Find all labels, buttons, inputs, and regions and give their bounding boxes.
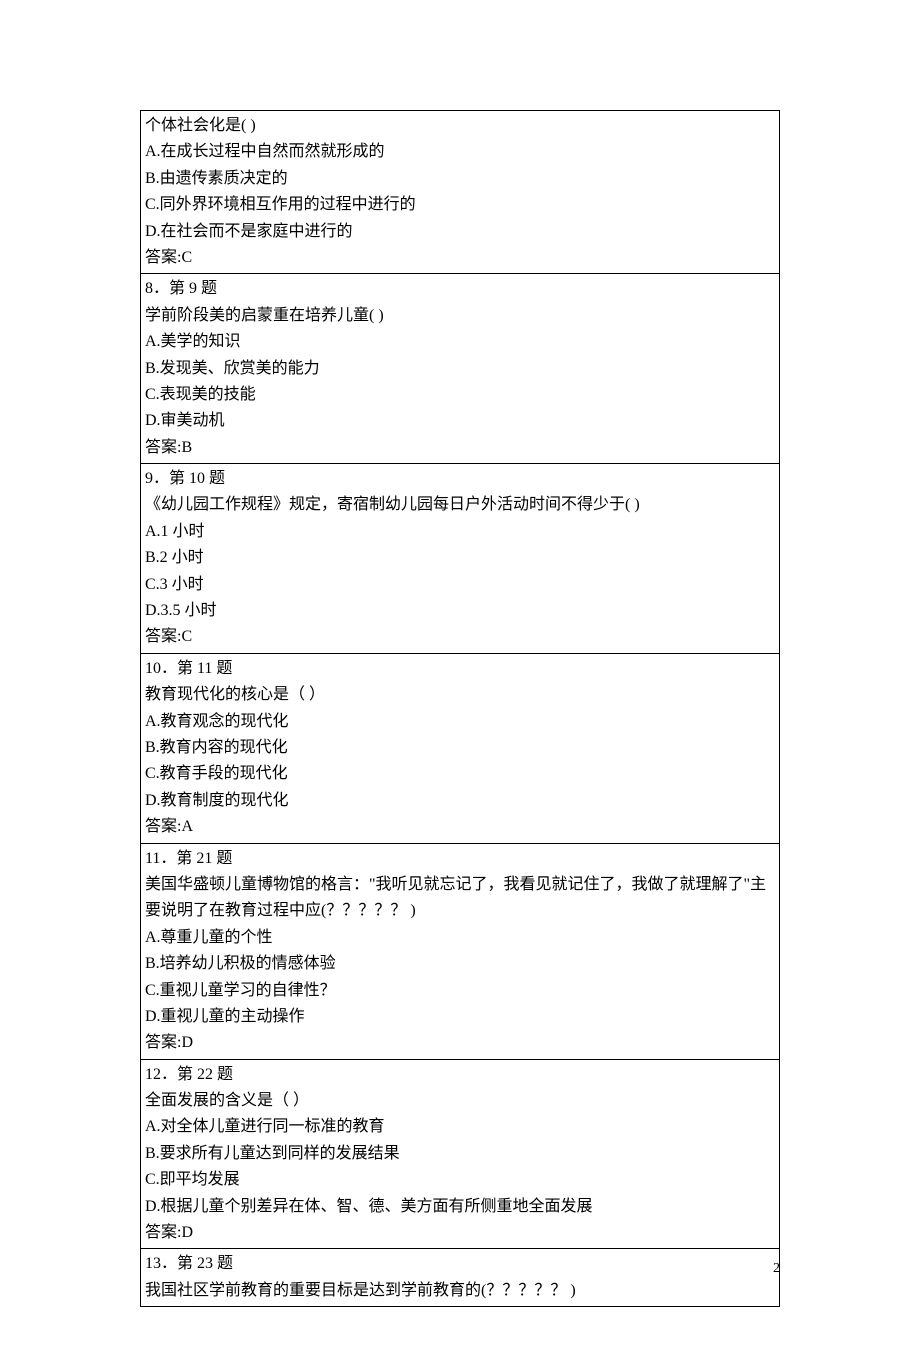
text-line: 教育现代化的核心是（ ） [145,682,775,708]
text-line: A.在成长过程中自然而然就形成的 [145,139,775,165]
text-line: A.尊重儿童的个性 [145,925,775,951]
cell: 个体社会化是( ) A.在成长过程中自然而然就形成的 B.由遗传素质决定的 C.… [141,111,780,274]
text-line: D.在社会而不是家庭中进行的 [145,219,775,245]
cell: 9．第 10 题 《幼儿园工作规程》规定，寄宿制幼儿园每日户外活动时间不得少于(… [141,464,780,654]
document-table: 个体社会化是( ) A.在成长过程中自然而然就形成的 B.由遗传素质决定的 C.… [140,110,780,1307]
text-line: 答案:C [145,245,775,271]
table-row: 8．第 9 题 学前阶段美的启蒙重在培养儿童( ) A.美学的知识 B.发现美、… [141,274,780,464]
text-line: C.即平均发展 [145,1167,775,1193]
text-line: C.同外界环境相互作用的过程中进行的 [145,192,775,218]
text-line: 美国华盛顿儿童博物馆的格言："我听见就忘记了，我看见就记住了，我做了就理解了"主… [145,872,775,925]
table-row: 12．第 22 题 全面发展的含义是（ ） A.对全体儿童进行同一标准的教育 B… [141,1059,780,1249]
text-line: A.教育观念的现代化 [145,709,775,735]
text-line: B.由遗传素质决定的 [145,166,775,192]
text-line: 答案:B [145,435,775,461]
cell: 8．第 9 题 学前阶段美的启蒙重在培养儿童( ) A.美学的知识 B.发现美、… [141,274,780,464]
text-line: D.教育制度的现代化 [145,788,775,814]
text-line: A.对全体儿童进行同一标准的教育 [145,1114,775,1140]
text-line: B.培养幼儿积极的情感体验 [145,951,775,977]
text-line: 全面发展的含义是（ ） [145,1088,775,1114]
text-line: 8．第 9 题 [145,276,775,302]
cell: 11．第 21 题 美国华盛顿儿童博物馆的格言："我听见就忘记了，我看见就记住了… [141,843,780,1059]
table-row: 13．第 23 题 我国社区学前教育的重要目标是达到学前教育的(？？？？？ ) [141,1249,780,1307]
text-line: D.审美动机 [145,408,775,434]
text-line: 10．第 11 题 [145,656,775,682]
text-line: 《幼儿园工作规程》规定，寄宿制幼儿园每日户外活动时间不得少于( ) [145,492,775,518]
text-line: A.美学的知识 [145,329,775,355]
text-line: 9．第 10 题 [145,466,775,492]
cell: 13．第 23 题 我国社区学前教育的重要目标是达到学前教育的(？？？？？ ) [141,1249,780,1307]
text-line: 12．第 22 题 [145,1062,775,1088]
text-line: C.教育手段的现代化 [145,761,775,787]
table-row: 9．第 10 题 《幼儿园工作规程》规定，寄宿制幼儿园每日户外活动时间不得少于(… [141,464,780,654]
table-body: 个体社会化是( ) A.在成长过程中自然而然就形成的 B.由遗传素质决定的 C.… [141,111,780,1307]
table-row: 个体社会化是( ) A.在成长过程中自然而然就形成的 B.由遗传素质决定的 C.… [141,111,780,274]
text-line: 答案:A [145,814,775,840]
text-line: 答案:C [145,624,775,650]
text-line: 13．第 23 题 [145,1251,775,1277]
text-line: B.发现美、欣赏美的能力 [145,356,775,382]
text-line: B.教育内容的现代化 [145,735,775,761]
text-line: C.表现美的技能 [145,382,775,408]
text-line: D.3.5 小时 [145,598,775,624]
text-line: 个体社会化是( ) [145,113,775,139]
text-line: 答案:D [145,1030,775,1056]
text-line: C.3 小时 [145,572,775,598]
cell: 12．第 22 题 全面发展的含义是（ ） A.对全体儿童进行同一标准的教育 B… [141,1059,780,1249]
text-line: B.要求所有儿童达到同样的发展结果 [145,1141,775,1167]
text-line: 11．第 21 题 [145,846,775,872]
table-row: 11．第 21 题 美国华盛顿儿童博物馆的格言："我听见就忘记了，我看见就记住了… [141,843,780,1059]
text-line: D.根据儿童个别差异在体、智、德、美方面有所侧重地全面发展 [145,1194,775,1220]
table-row: 10．第 11 题 教育现代化的核心是（ ） A.教育观念的现代化 B.教育内容… [141,653,780,843]
page: 个体社会化是( ) A.在成长过程中自然而然就形成的 B.由遗传素质决定的 C.… [0,0,920,1347]
text-line: B.2 小时 [145,545,775,571]
text-line: 我国社区学前教育的重要目标是达到学前教育的(？？？？？ ) [145,1278,775,1304]
text-line: D.重视儿童的主动操作 [145,1004,775,1030]
text-line: A.1 小时 [145,519,775,545]
text-line: 学前阶段美的启蒙重在培养儿童( ) [145,303,775,329]
cell: 10．第 11 题 教育现代化的核心是（ ） A.教育观念的现代化 B.教育内容… [141,653,780,843]
text-line: C.重视儿童学习的自律性？ [145,978,775,1004]
page-number: 2 [773,1261,780,1277]
text-line: 答案:D [145,1220,775,1246]
